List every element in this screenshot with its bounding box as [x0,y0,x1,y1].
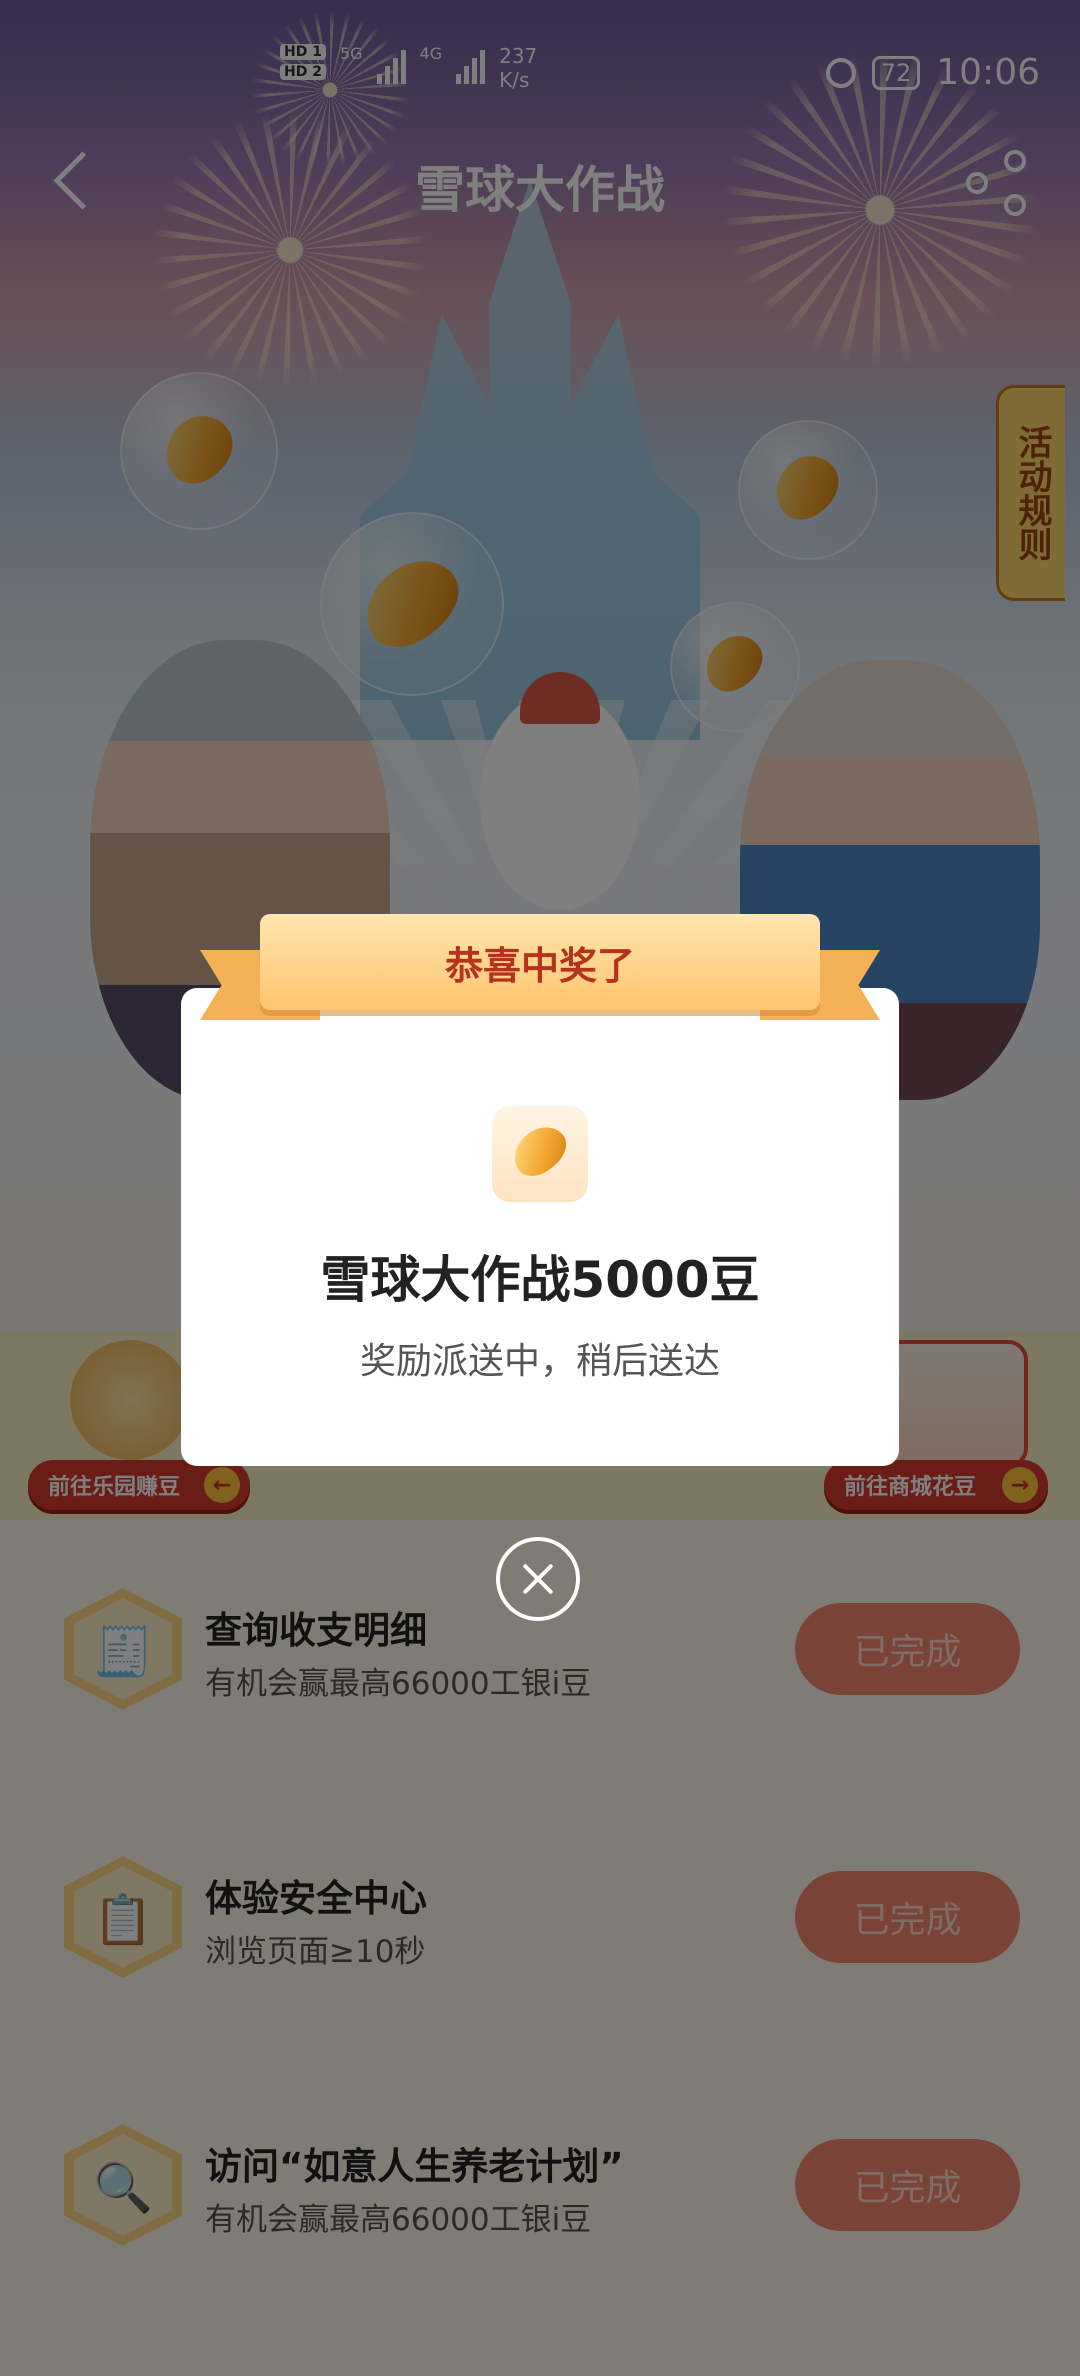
prize-subtitle: 奖励派送中，稍后送达 [359,1341,720,1382]
prize-dialog [181,988,899,1466]
bean-icon [492,1106,588,1202]
close-icon[interactable] [496,1537,580,1621]
prize-name: 雪球大作战5000豆 [320,1251,760,1309]
congrats-ribbon: 恭喜中奖了 [200,900,880,1050]
ribbon-text: 恭喜中奖了 [260,914,820,1010]
